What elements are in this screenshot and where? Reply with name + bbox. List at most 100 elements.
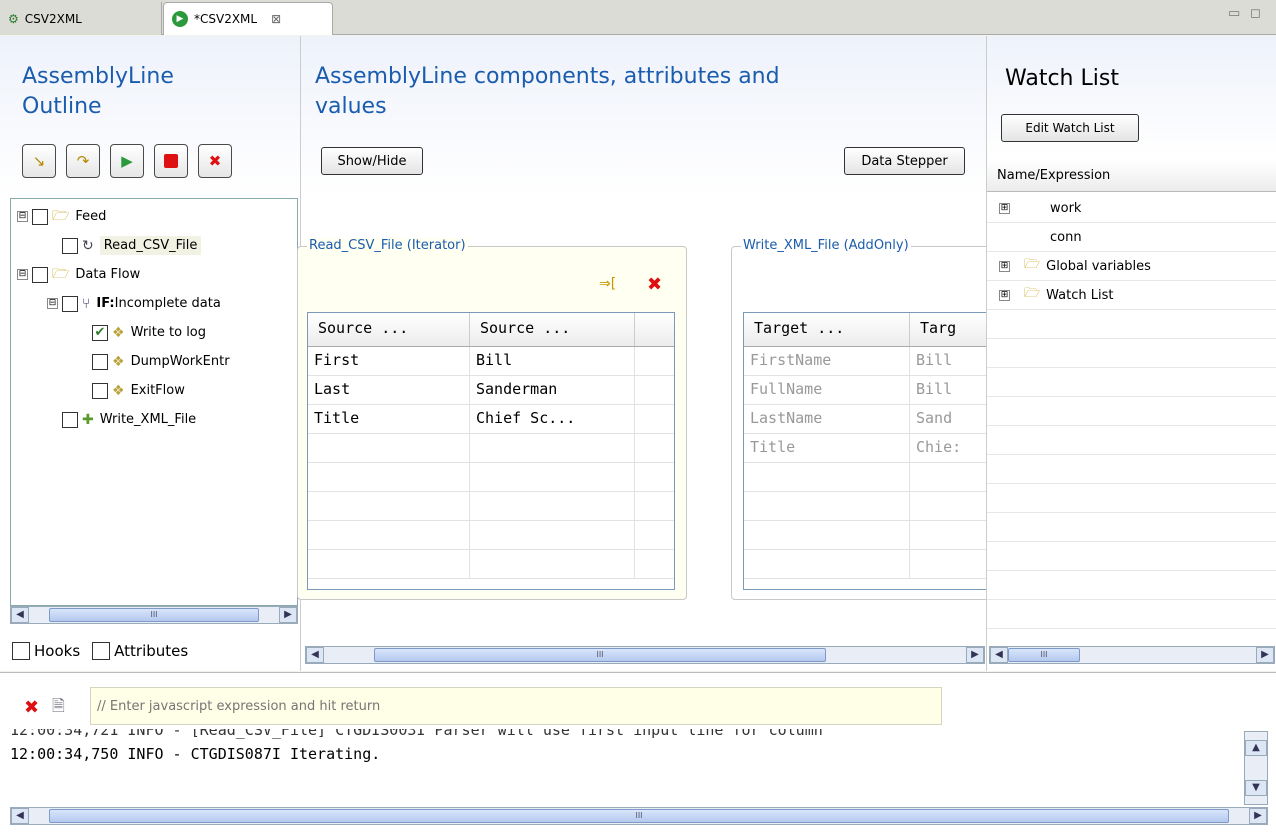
table-row[interactable] xyxy=(308,550,674,579)
run-icon[interactable]: ▶ xyxy=(110,144,144,178)
table-row[interactable]: First Bill xyxy=(308,347,674,376)
table-cell[interactable] xyxy=(308,434,470,462)
tree-item[interactable]: ❖ ExitFlow xyxy=(11,376,297,405)
watch-item[interactable]: ⊞ 🗁 Watch List xyxy=(987,281,1276,310)
table-row[interactable]: Title Chief Sc... xyxy=(308,405,674,434)
table-row[interactable] xyxy=(744,463,1002,492)
components-horizontal-scrollbar[interactable]: ◀ III ▶ xyxy=(305,646,985,664)
tree-item-checkbox[interactable] xyxy=(92,353,108,370)
table-row[interactable] xyxy=(308,521,674,550)
watch-item[interactable] xyxy=(987,600,1276,629)
table-row[interactable] xyxy=(744,550,1002,579)
table-cell[interactable]: Title xyxy=(744,434,910,462)
column-header[interactable]: Source ... xyxy=(308,313,470,346)
watch-item[interactable]: ⊞ 🗁 Global variables xyxy=(987,252,1276,281)
clear-icon[interactable]: ✖ xyxy=(24,697,39,718)
table-row[interactable] xyxy=(308,434,674,463)
tree-item-checkbox[interactable] xyxy=(62,237,78,254)
expand-icon[interactable]: ⊞ xyxy=(999,289,1010,301)
tree-item[interactable]: ⊟ 🗁 Feed xyxy=(11,202,297,231)
scroll-up-icon[interactable]: ▲ xyxy=(1245,740,1267,756)
scroll-left-icon[interactable]: ◀ xyxy=(11,607,29,623)
table-cell[interactable]: First xyxy=(308,347,470,375)
collapse-icon[interactable]: ⊟ xyxy=(47,298,58,309)
attributes-checkbox[interactable] xyxy=(92,642,111,660)
watch-item[interactable] xyxy=(987,310,1276,339)
tree-item-checkbox[interactable]: ✔ xyxy=(92,324,108,341)
scroll-thumb[interactable]: III xyxy=(374,648,826,662)
collapse-icon[interactable]: ⊟ xyxy=(17,269,28,280)
tree-item[interactable]: ↻ Read_CSV_File xyxy=(11,231,297,260)
tree-item[interactable]: ⊟ 🗁 Data Flow xyxy=(11,260,297,289)
table-cell[interactable] xyxy=(744,550,910,578)
table-cell[interactable] xyxy=(470,550,635,578)
tree-item[interactable]: ⊟ ⑂ IF: Incomplete data xyxy=(11,289,297,318)
scroll-left-icon[interactable]: ◀ xyxy=(11,808,29,824)
tab-csv2xml[interactable]: ⚙ CSV2XML xyxy=(0,2,162,35)
tree-item[interactable]: ❖ DumpWorkEntr xyxy=(11,347,297,376)
document-icon[interactable]: 🗎 xyxy=(52,695,65,722)
table-cell[interactable]: Chief Sc... xyxy=(470,405,635,433)
watch-item[interactable] xyxy=(987,368,1276,397)
table-row[interactable] xyxy=(744,521,1002,550)
tree-item-checkbox[interactable] xyxy=(32,208,48,225)
watch-horizontal-scrollbar[interactable]: ◀ III ▶ xyxy=(989,646,1275,664)
table-cell[interactable]: Title xyxy=(308,405,470,433)
column-header[interactable]: Source ... xyxy=(470,313,635,346)
scroll-down-icon[interactable]: ▼ xyxy=(1245,780,1267,796)
console-vertical-scrollbar[interactable]: ▲ ▼ xyxy=(1244,731,1268,805)
table-cell[interactable] xyxy=(308,463,470,491)
table-cell[interactable]: LastName xyxy=(744,405,910,433)
expression-input[interactable] xyxy=(90,687,942,725)
tree-item[interactable]: ✔ ❖ Write to log xyxy=(11,318,297,347)
table-cell[interactable] xyxy=(308,550,470,578)
expand-icon[interactable]: ⊞ xyxy=(999,202,1010,214)
map-attribute-icon[interactable]: ⇒[ xyxy=(599,276,616,292)
table-cell[interactable] xyxy=(470,434,635,462)
table-cell[interactable] xyxy=(470,521,635,549)
tree-item-checkbox[interactable] xyxy=(62,295,78,312)
table-row[interactable] xyxy=(308,463,674,492)
watch-item[interactable] xyxy=(987,426,1276,455)
read-attributes-grid[interactable]: Source ... Source ... First Bill Last Sande… xyxy=(307,312,675,590)
tree-item[interactable]: ✚ Write_XML_File xyxy=(11,405,297,434)
tree-item-checkbox[interactable] xyxy=(32,266,48,283)
step-over-icon[interactable]: ↷ xyxy=(66,144,100,178)
table-row[interactable]: LastName Sand xyxy=(744,405,1002,434)
scroll-thumb[interactable]: III xyxy=(49,608,259,622)
table-row[interactable]: FirstName Bill xyxy=(744,347,1002,376)
tab-csv2xml-active[interactable]: ▶ *CSV2XML ⊠ xyxy=(163,2,333,35)
scroll-thumb[interactable]: III xyxy=(1008,648,1080,662)
watch-item[interactable] xyxy=(987,455,1276,484)
stop-icon[interactable] xyxy=(154,144,188,178)
close-icon[interactable]: ⊠ xyxy=(271,12,281,26)
console-horizontal-scrollbar[interactable]: ◀ III ▶ xyxy=(10,807,1268,825)
expand-icon[interactable]: ⊞ xyxy=(999,260,1010,272)
watch-item[interactable] xyxy=(987,397,1276,426)
table-row[interactable] xyxy=(308,492,674,521)
maximize-icon[interactable]: ◻ xyxy=(1250,6,1261,21)
tree-item-checkbox[interactable] xyxy=(62,411,78,428)
minimize-icon[interactable]: ▭ xyxy=(1228,6,1240,21)
watch-item[interactable] xyxy=(987,339,1276,368)
table-cell[interactable]: Sanderman xyxy=(470,376,635,404)
table-cell[interactable]: FirstName xyxy=(744,347,910,375)
watch-item[interactable] xyxy=(987,484,1276,513)
expand-icon[interactable] xyxy=(999,231,1010,243)
tree-item-checkbox[interactable] xyxy=(92,382,108,399)
delete-icon[interactable]: ✖ xyxy=(647,274,662,295)
column-header[interactable]: Target ... xyxy=(744,313,910,346)
table-cell[interactable] xyxy=(308,492,470,520)
table-row[interactable]: FullName Bill xyxy=(744,376,1002,405)
table-row[interactable]: Title Chie: xyxy=(744,434,1002,463)
table-cell[interactable]: Last xyxy=(308,376,470,404)
table-cell[interactable] xyxy=(470,492,635,520)
outline-horizontal-scrollbar[interactable]: ◀ III ▶ xyxy=(10,606,298,624)
table-cell[interactable] xyxy=(744,492,910,520)
table-cell[interactable] xyxy=(744,463,910,491)
scroll-right-icon[interactable]: ▶ xyxy=(279,607,297,623)
watch-item[interactable] xyxy=(987,513,1276,542)
scroll-right-icon[interactable]: ▶ xyxy=(1256,647,1274,663)
scroll-left-icon[interactable]: ◀ xyxy=(306,647,324,663)
name-expression-header[interactable]: Name/Expression xyxy=(987,160,1276,192)
